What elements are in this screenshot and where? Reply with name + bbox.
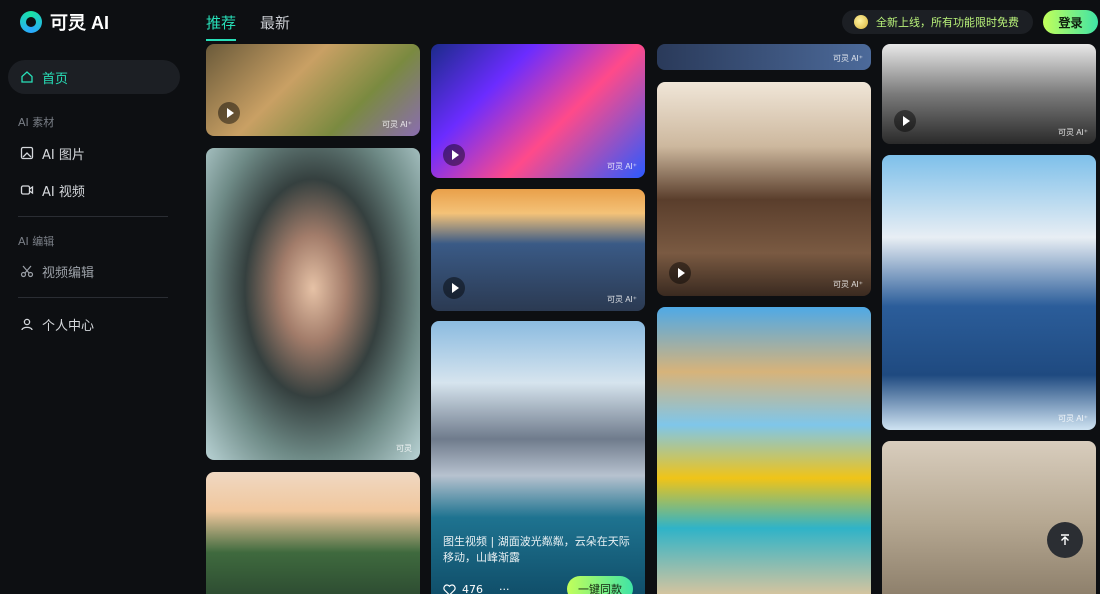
media-card-white-hair-boy[interactable]: 可灵 AI⁺ — [882, 155, 1096, 430]
watermark: 可灵 AI⁺ — [832, 280, 863, 289]
sidebar-divider — [18, 216, 168, 217]
media-card-crane[interactable] — [882, 441, 1096, 594]
top-bar: 可灵 AI 推荐 最新 全新上线，所有功能限时免费 登录 — [0, 0, 1100, 44]
watermark: 可灵 AI⁺ — [1057, 128, 1088, 137]
play-icon[interactable] — [894, 110, 916, 132]
play-icon[interactable] — [669, 262, 691, 284]
sidebar-item-label: 首页 — [42, 71, 69, 87]
sidebar-divider — [18, 297, 168, 298]
play-icon[interactable] — [443, 144, 465, 166]
promo-text: 全新上线，所有功能限时免费 — [876, 16, 1019, 29]
user-icon — [21, 318, 33, 331]
arrow-up-icon — [1061, 534, 1069, 545]
logo-text: 可灵 AI — [50, 13, 110, 33]
media-card-robot[interactable]: 可灵 AI⁺ — [431, 44, 645, 178]
media-card-portrait-girl[interactable]: 可灵 — [206, 148, 420, 460]
sidebar-item-label: 视频编辑 — [42, 265, 95, 281]
media-card-cyclist[interactable]: 可灵 AI⁺ — [882, 44, 1096, 144]
like-count: 476 — [462, 583, 483, 594]
sidebar-item-personal-center[interactable]: 个人中心 — [8, 307, 180, 341]
media-card-top-partial[interactable]: 可灵 AI⁺ — [657, 44, 871, 70]
media-card-beach-girl[interactable] — [657, 307, 871, 594]
tab-latest[interactable]: 最新 — [260, 8, 290, 41]
section-label-material: AI 素材 — [18, 116, 55, 129]
watermark: 可灵 AI⁺ — [1057, 414, 1088, 423]
media-card-city[interactable]: 可灵 AI⁺ — [431, 189, 645, 311]
back-to-top-button[interactable] — [1047, 522, 1083, 558]
content-feed: 可灵 AI⁺ 可灵 可灵 AI⁺ 可灵 AI⁺ 图生视频 | 湖面波光粼粼，云朵… — [206, 44, 1100, 594]
login-button[interactable]: 登录 — [1043, 10, 1098, 34]
coin-icon — [854, 15, 868, 29]
sidebar-item-label: 个人中心 — [42, 318, 95, 334]
sidebar-item-ai-image[interactable]: AI 图片 — [8, 136, 180, 170]
watermark: 可灵 AI⁺ — [606, 295, 637, 304]
sidebar: 首页 AI 素材 AI 图片 AI 视频 AI 编辑 视频编辑 个人中心 — [0, 44, 190, 594]
sidebar-item-video-edit[interactable]: 视频编辑 — [8, 254, 180, 288]
section-label-edit: AI 编辑 — [18, 235, 55, 248]
media-card-lake-mountain[interactable]: 图生视频 | 湖面波光粼粼，云朵在天际移动，山峰渐露 476 ··· 一键同款 — [431, 321, 645, 594]
media-card-cat[interactable]: 可灵 AI⁺ — [206, 44, 420, 136]
card-footer: 476 ··· — [443, 583, 510, 594]
play-icon[interactable] — [443, 277, 465, 299]
sidebar-item-label: AI 图片 — [42, 147, 85, 163]
media-card-lake-hills[interactable] — [206, 472, 420, 594]
feed-tabs: 推荐 最新 — [206, 8, 290, 41]
scissors-icon — [20, 265, 34, 278]
watermark: 可灵 — [396, 444, 412, 453]
home-icon — [21, 71, 33, 83]
logo-icon — [20, 11, 42, 33]
sidebar-item-home[interactable]: 首页 — [8, 60, 180, 94]
heart-icon[interactable] — [443, 583, 456, 594]
media-card-glass[interactable]: 可灵 AI⁺ — [657, 82, 871, 296]
use-template-button[interactable]: 一键同款 — [567, 576, 633, 594]
sidebar-item-label: AI 视频 — [42, 184, 85, 200]
image-icon — [20, 146, 34, 160]
tab-recommended[interactable]: 推荐 — [206, 8, 237, 41]
play-icon[interactable] — [218, 102, 240, 124]
watermark: 可灵 AI⁺ — [606, 162, 637, 171]
more-icon[interactable]: ··· — [499, 583, 510, 594]
video-icon — [20, 185, 34, 195]
promo-banner[interactable]: 全新上线，所有功能限时免费 — [842, 10, 1033, 34]
card-description: 图生视频 | 湖面波光粼粼，云朵在天际移动，山峰渐露 — [443, 535, 630, 564]
app-logo[interactable]: 可灵 AI — [20, 10, 109, 34]
watermark: 可灵 AI⁺ — [381, 120, 412, 129]
sidebar-item-ai-video[interactable]: AI 视频 — [8, 173, 180, 207]
watermark: 可灵 AI⁺ — [832, 54, 863, 63]
